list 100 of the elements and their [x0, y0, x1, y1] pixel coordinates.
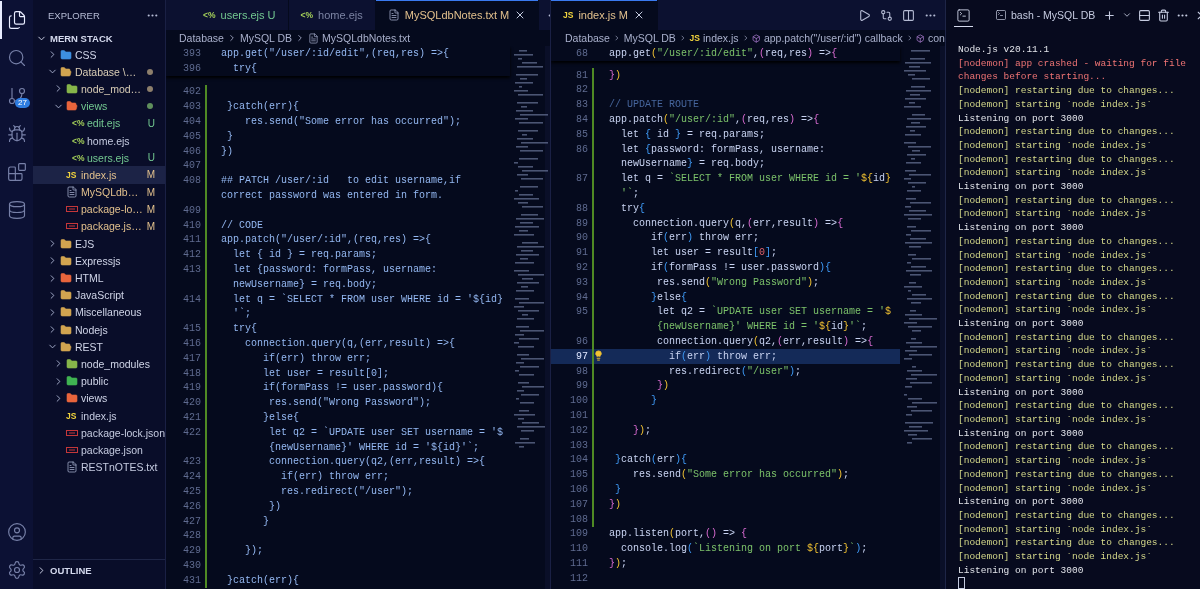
code-line: app.patch("/user/:id",(req,res) =>{ — [221, 234, 432, 246]
breadcrumb-item[interactable]: index.js — [703, 32, 739, 44]
terminal-line: [nodemon] restarting due to changes... — [958, 330, 1176, 345]
section-header[interactable]: OUTLINE — [33, 562, 165, 578]
code-line: } — [614, 484, 622, 495]
code-line: app.patch("/user/:id",(req,res) =>{ — [609, 114, 820, 126]
line-number: 418 — [182, 367, 201, 379]
breadcrumb-item[interactable]: app.patch("/user/:id") callback — [763, 32, 903, 44]
editor-tab[interactable]: JS index.js M — [551, 0, 658, 30]
settings-icon — [6, 560, 27, 580]
line-number: 414 — [182, 293, 201, 305]
terminal-line: [nodemon] restarting due to changes... — [958, 358, 1176, 372]
lightbulb-icon[interactable] — [593, 349, 604, 361]
line-number: 89 — [575, 217, 588, 229]
tree-item[interactable]: package.json — [33, 441, 165, 459]
code-line: try{ — [232, 323, 257, 335]
code-line: }); — [632, 424, 652, 436]
tree-item[interactable]: package.js… M — [33, 217, 165, 236]
tree-item[interactable]: JavaScript — [33, 286, 165, 304]
terminal-line: [nodemon] starting `node index.js` — [958, 248, 1153, 263]
code-line: }) — [268, 500, 281, 512]
tree-item[interactable]: package-lo… M — [33, 200, 165, 218]
line-number: 424 — [182, 471, 201, 483]
tree-item[interactable]: JS index.js — [33, 406, 165, 425]
play-button[interactable] — [858, 8, 871, 22]
terminal-line: [nodemon] starting `node index.js` — [958, 303, 1153, 318]
tree-item[interactable]: node_modules — [33, 355, 165, 373]
tree-item[interactable]: Database \… — [33, 63, 165, 81]
line-number: 415 — [182, 323, 201, 335]
terminal-line: [nodemon] app crashed - waiting for file changes before starting... — [958, 56, 1188, 85]
plus-icon — [1103, 8, 1117, 22]
tree-item[interactable]: MySQLdb… M — [33, 183, 165, 201]
compare-button[interactable] — [880, 8, 893, 22]
line-number: 427 — [182, 515, 201, 527]
line-number: 103 — [569, 439, 588, 451]
terminal-line: [nodemon] restarting due to changes... — [958, 152, 1176, 167]
breadcrumb-item[interactable]: Database — [565, 32, 610, 44]
tree-item[interactable]: Nodejs — [33, 321, 165, 339]
line-number: 84 — [575, 114, 588, 126]
code-line: }) — [221, 145, 233, 157]
line-number: 430 — [182, 560, 201, 571]
branch-button[interactable]: 27 — [0, 77, 33, 115]
code-line: connection.query(q2,(err,result) =>{ — [656, 336, 874, 348]
code-line: let { id } = req.params; — [232, 249, 378, 261]
breadcrumb-item[interactable]: MySQL DB — [239, 32, 293, 44]
trash-button[interactable] — [1157, 8, 1171, 22]
chevron-right-icon — [741, 33, 750, 43]
line-number: 416 — [182, 338, 201, 350]
terminal-line: Listening on port 3000 — [958, 495, 1085, 509]
line-number: 421 — [182, 412, 201, 423]
tree-item[interactable]: EJS — [33, 235, 165, 253]
split-terminal-button[interactable] — [1138, 8, 1152, 22]
terminal-line: [nodemon] restarting due to changes... — [958, 467, 1176, 482]
code-line: }catch(err){ — [226, 574, 299, 586]
workspace-header[interactable]: MERN STACK — [33, 30, 165, 46]
plus-button[interactable] — [1103, 8, 1117, 22]
tree-item[interactable]: <% home.ejs — [33, 131, 165, 150]
terminal-line: Listening on port 3000 — [958, 385, 1085, 400]
breadcrumb-item[interactable]: Database — [179, 32, 224, 44]
line-number: 108 — [569, 513, 588, 525]
tree-item[interactable]: <% users.ejs U — [33, 149, 165, 167]
git-status-label: M — [146, 203, 155, 215]
tree-item[interactable]: <% edit.ejs U — [33, 114, 165, 132]
chevron-down-button[interactable] — [1122, 10, 1133, 20]
code-line: }catch(err){ — [226, 101, 299, 113]
split-editor-button[interactable] — [902, 8, 915, 22]
tree-item[interactable]: views — [33, 97, 165, 115]
tree-item[interactable]: node_mod… — [33, 80, 165, 98]
tree-item[interactable]: views — [33, 389, 165, 407]
text-file-icon — [308, 32, 320, 44]
tree-item[interactable]: public — [33, 372, 165, 390]
breadcrumb-item[interactable]: con — [928, 32, 945, 44]
bug-icon — [6, 124, 27, 144]
code-line: try{ — [232, 62, 257, 74]
line-number: 95 — [575, 306, 588, 318]
tree-item[interactable]: Miscellaneous — [33, 303, 165, 321]
line-number: 405 — [182, 130, 201, 142]
code-line: res.redirect("/user"); — [668, 365, 802, 377]
editor-tab[interactable]: MySQLdbNotes.txt M — [375, 0, 540, 30]
code-line: if(formPass != user.password){ — [262, 382, 444, 394]
breadcrumb-item[interactable]: MySQLdbNotes.txt — [322, 32, 411, 44]
tree-item[interactable]: package-lock.json — [33, 424, 165, 442]
code-line: newUsername} = req.body; — [620, 158, 766, 170]
terminal-selector[interactable]: bash - MySQL DB — [981, 9, 1096, 21]
tree-item[interactable]: RESTnOTES.txt — [33, 458, 165, 476]
tree-item[interactable]: Expressjs — [33, 252, 165, 270]
folder-icon — [60, 254, 72, 267]
code-line: // CODE — [221, 219, 263, 231]
tree-item[interactable]: CSS — [33, 46, 165, 64]
code-line: ## PATCH /user/:id to edit username,if — [221, 175, 462, 187]
terminal-line: [nodemon] restarting due to changes... — [958, 399, 1176, 413]
tree-item[interactable]: HTML — [33, 269, 165, 287]
code-line: let q2 = `UPDATE user SET username = '$ — [656, 306, 892, 318]
tree-item[interactable]: REST — [33, 338, 165, 356]
code-line: }); — [244, 545, 263, 557]
tree-item[interactable]: JS index.js M — [33, 166, 165, 184]
code-line: {newUsername}' WHERE id = '${id}'`; — [656, 321, 868, 333]
code-line: res.send("Wrong Password"); — [656, 276, 820, 288]
breadcrumb-item[interactable]: MySQL DB — [623, 32, 676, 44]
line-number: 86 — [575, 143, 588, 155]
